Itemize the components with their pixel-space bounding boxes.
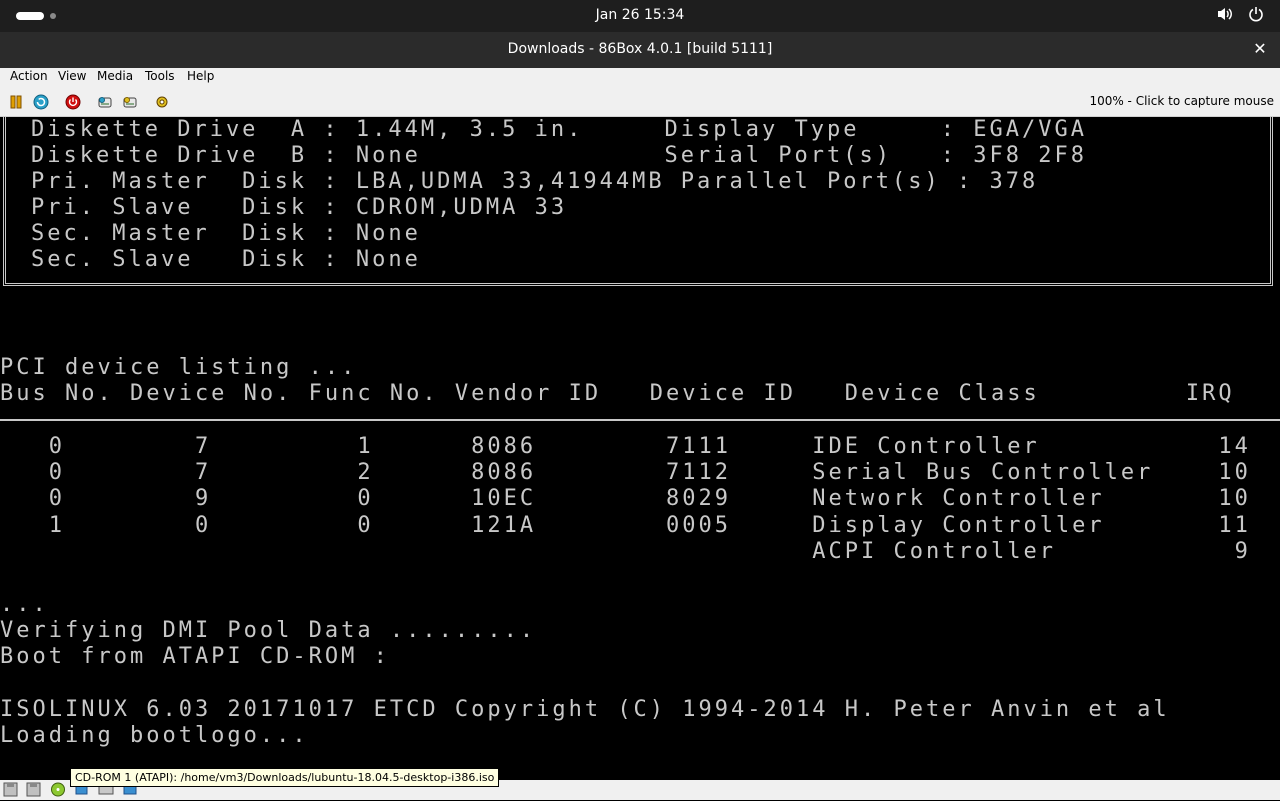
clock[interactable]: Jan 26 15:34 xyxy=(0,7,1280,23)
power-menu-icon[interactable] xyxy=(1248,6,1264,26)
pci-row: 0 7 2 8086 7112 Serial Bus Controller 10 xyxy=(0,460,1251,485)
capture-mouse-hint[interactable]: 100% - Click to capture mouse xyxy=(1089,94,1274,108)
menu-action[interactable]: Action xyxy=(10,69,48,83)
pci-row: 1 0 0 121A 0005 Display Controller 11 xyxy=(0,513,1251,538)
post-line: ... xyxy=(0,592,49,617)
post-line: ISOLINUX 6.03 20171017 ETCD Copyright (C… xyxy=(0,697,1170,722)
pci-title: PCI device listing ... xyxy=(0,355,358,380)
ctrl-alt-esc-icon[interactable] xyxy=(122,94,138,110)
config-line: Pri. Master Disk : LBA,UDMA 33,41944MB P… xyxy=(31,169,1039,194)
pci-row: 0 7 1 8086 7111 IDE Controller 14 xyxy=(0,434,1251,459)
post-line: Boot from ATAPI CD-ROM : xyxy=(0,644,390,669)
floppy-b-icon[interactable] xyxy=(26,782,42,797)
cdrom-icon[interactable] xyxy=(50,782,66,797)
window-titlebar[interactable]: Downloads - 86Box 4.0.1 [build 5111] ✕ xyxy=(0,32,1280,68)
ctrl-alt-del-icon[interactable] xyxy=(97,94,113,110)
power-icon[interactable] xyxy=(65,94,81,110)
pci-header: Bus No. Device No. Func No. Vendor ID De… xyxy=(0,381,1235,406)
post-line: Loading bootlogo... xyxy=(0,723,309,748)
floppy-a-icon[interactable] xyxy=(3,782,19,797)
pci-header-divider xyxy=(0,419,1280,421)
window-title: Downloads - 86Box 4.0.1 [build 5111] xyxy=(507,41,773,57)
menu-help[interactable]: Help xyxy=(187,69,214,83)
pci-row: ACPI Controller 9 xyxy=(0,539,1251,564)
config-line: Sec. Slave Disk : None xyxy=(31,247,421,272)
volume-icon[interactable] xyxy=(1216,6,1234,26)
config-line: Sec. Master Disk : None xyxy=(31,221,421,246)
cdrom-tooltip: CD-ROM 1 (ATAPI): /home/vm3/Downloads/lu… xyxy=(70,768,500,787)
system-top-bar: Jan 26 15:34 xyxy=(0,0,1280,32)
menu-view[interactable]: View xyxy=(58,69,86,83)
settings-icon[interactable] xyxy=(154,94,170,110)
pause-icon[interactable] xyxy=(8,94,24,110)
close-window-button[interactable]: ✕ xyxy=(1250,39,1270,58)
reset-icon[interactable] xyxy=(33,94,49,110)
menu-tools[interactable]: Tools xyxy=(145,69,175,83)
config-line: Diskette Drive A : 1.44M, 3.5 in. Displa… xyxy=(31,117,1087,142)
pci-row: 0 9 0 10EC 8029 Network Controller 10 xyxy=(0,486,1251,511)
post-line: Verifying DMI Pool Data ......... xyxy=(0,618,537,643)
config-line: Pri. Slave Disk : CDROM,UDMA 33 xyxy=(31,195,568,220)
menu-bar: Action View Media Tools Help xyxy=(0,68,1280,87)
emulated-display[interactable]: Diskette Drive A : 1.44M, 3.5 in. Displa… xyxy=(0,117,1280,780)
menu-media[interactable]: Media xyxy=(97,69,133,83)
config-line: Diskette Drive B : None Serial Port(s) :… xyxy=(31,143,1087,168)
toolbar: 100% - Click to capture mouse xyxy=(0,87,1280,117)
